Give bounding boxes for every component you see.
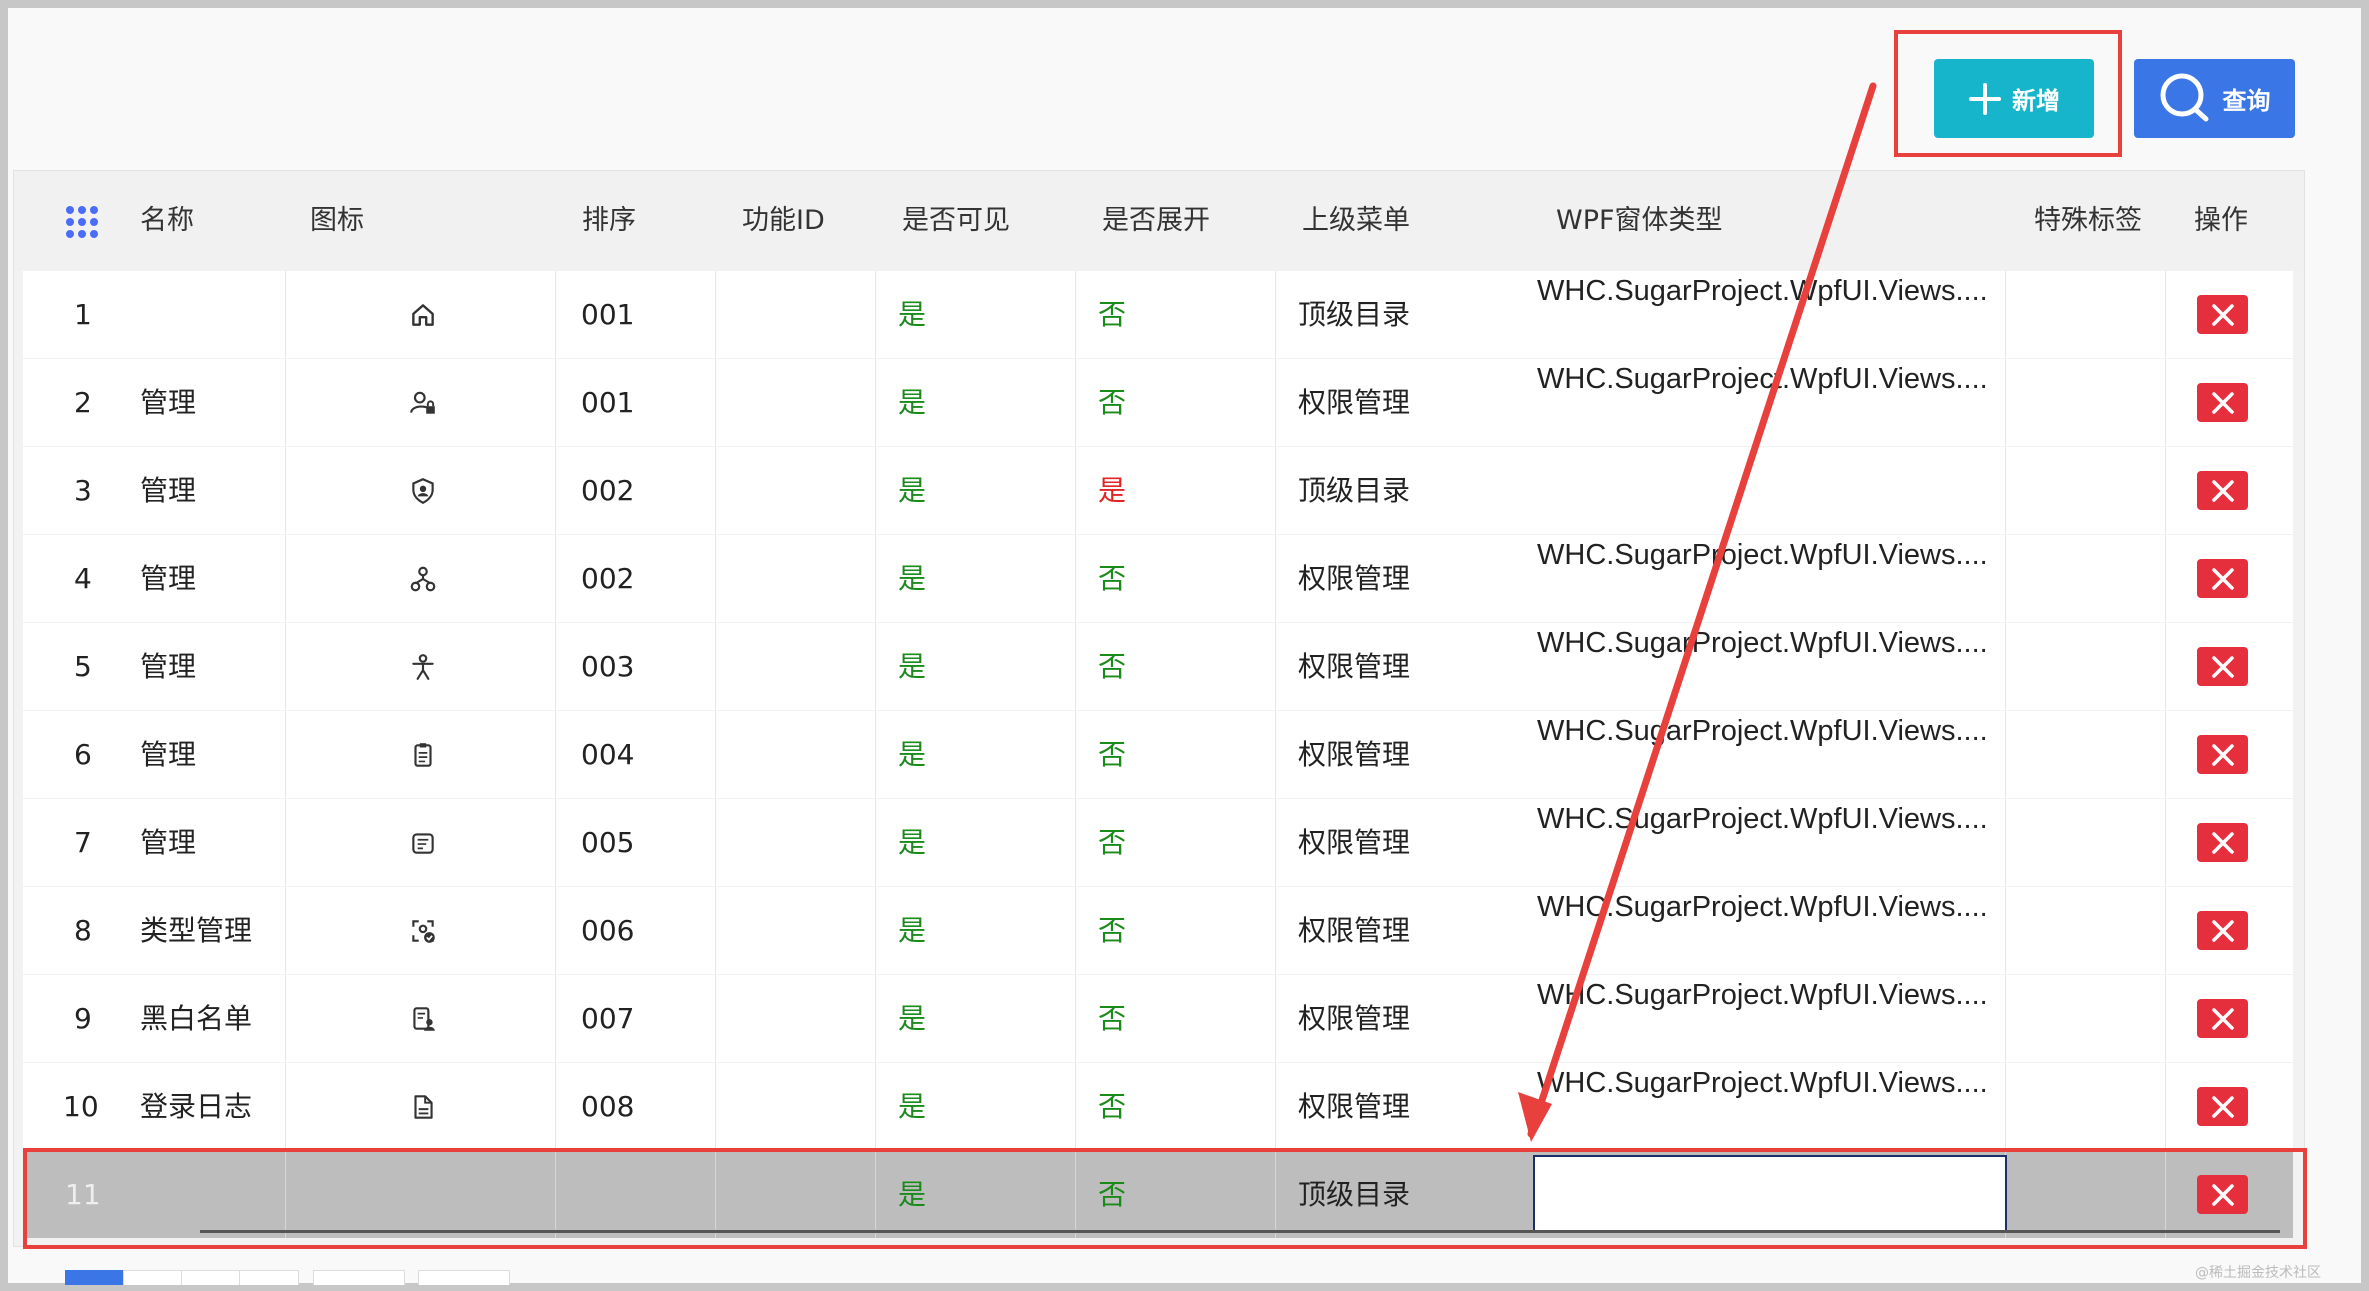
watermark: @稀土掘金技术社区 [2195,1265,2321,1281]
annotation-arrow [1518,82,1877,1142]
